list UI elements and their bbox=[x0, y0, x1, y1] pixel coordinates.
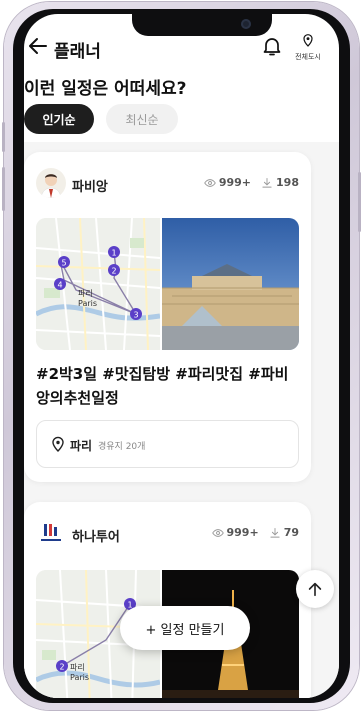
place-info: 파리 경유지 20개 bbox=[36, 420, 299, 468]
map-pin[interactable]: 2 bbox=[56, 660, 68, 672]
view-count: 999+ bbox=[226, 526, 259, 539]
volume-button bbox=[2, 122, 5, 152]
city-filter-button[interactable]: 전체도시 bbox=[294, 32, 322, 66]
author-name: 하나투어 bbox=[72, 530, 120, 545]
download-icon bbox=[262, 177, 272, 188]
notch bbox=[132, 14, 272, 36]
page-title: 플래너 bbox=[54, 42, 101, 62]
download-count: 198 bbox=[276, 176, 299, 189]
svg-text:2: 2 bbox=[111, 267, 116, 276]
location-pin-icon bbox=[303, 34, 313, 47]
view-count: 999+ bbox=[218, 176, 252, 189]
avatar bbox=[36, 168, 66, 198]
svg-text:2: 2 bbox=[59, 663, 64, 672]
map-pin[interactable]: 1 bbox=[108, 246, 120, 258]
plan-card[interactable]: 하나투어 999+ 79 1 2 파리 Paris bbox=[24, 502, 311, 698]
post-stats: 999+ 79 bbox=[211, 526, 299, 539]
svg-text:3: 3 bbox=[133, 311, 138, 320]
map-city-kr: 파리 bbox=[70, 663, 85, 672]
louvre-photo bbox=[162, 218, 299, 350]
author-name: 파비앙 bbox=[72, 180, 108, 195]
tab-latest[interactable]: 최신순 bbox=[106, 104, 178, 134]
back-arrow-icon[interactable] bbox=[26, 34, 50, 58]
post-stats: 999+ 198 bbox=[204, 176, 299, 189]
eye-icon bbox=[204, 178, 216, 187]
tab-popular[interactable]: 인기순 bbox=[24, 104, 94, 134]
city-filter-label: 전체도시 bbox=[295, 53, 321, 61]
app-screen: 플래너 전체도시 이런 일정은 어떠세요? 인기순 최신순 파비앙 999+ 1… bbox=[24, 14, 339, 698]
arrow-up-icon bbox=[308, 582, 322, 597]
map-city-en: Paris bbox=[70, 673, 89, 682]
power-button bbox=[358, 172, 361, 232]
map-city-kr: 파리 bbox=[78, 289, 93, 298]
card-header: 파비앙 999+ 198 bbox=[36, 168, 299, 200]
map-pin[interactable]: 4 bbox=[54, 278, 66, 290]
svg-text:1: 1 bbox=[111, 249, 116, 258]
map-city-en: Paris bbox=[78, 299, 97, 308]
plan-title: #2박3일 #맛집탐방 #파리맛집 #파비앙의추천일정 bbox=[36, 365, 289, 407]
location-pin-icon bbox=[52, 436, 64, 452]
route-map: 1 2 3 4 5 파리 Paris bbox=[36, 218, 160, 350]
svg-text:5: 5 bbox=[61, 259, 66, 268]
volume-button-2 bbox=[2, 167, 5, 211]
hanatour-logo bbox=[36, 518, 66, 548]
svg-text:4: 4 bbox=[57, 281, 62, 290]
scroll-top-button[interactable] bbox=[296, 570, 334, 608]
map-pin[interactable]: 2 bbox=[108, 264, 120, 276]
waypoint-count: 경유지 20개 bbox=[98, 442, 146, 452]
download-count: 79 bbox=[283, 526, 299, 539]
map-pin[interactable]: 3 bbox=[130, 308, 142, 320]
card-media: 1 2 3 4 5 파리 Paris bbox=[36, 218, 299, 350]
place-name: 파리 bbox=[70, 439, 93, 453]
eye-icon bbox=[211, 528, 224, 537]
plan-card[interactable]: 파비앙 999+ 198 1 2 3 4 5 파리 Paris #2박3일 #맛… bbox=[24, 152, 311, 482]
create-schedule-button[interactable]: + 일정 만들기 bbox=[120, 606, 250, 650]
section-question: 이런 일정은 어떠세요? bbox=[24, 79, 187, 99]
download-icon bbox=[270, 527, 280, 538]
card-header: 하나투어 999+ 79 bbox=[36, 518, 299, 550]
bell-icon[interactable] bbox=[260, 34, 284, 58]
map-pin[interactable]: 5 bbox=[58, 256, 70, 268]
